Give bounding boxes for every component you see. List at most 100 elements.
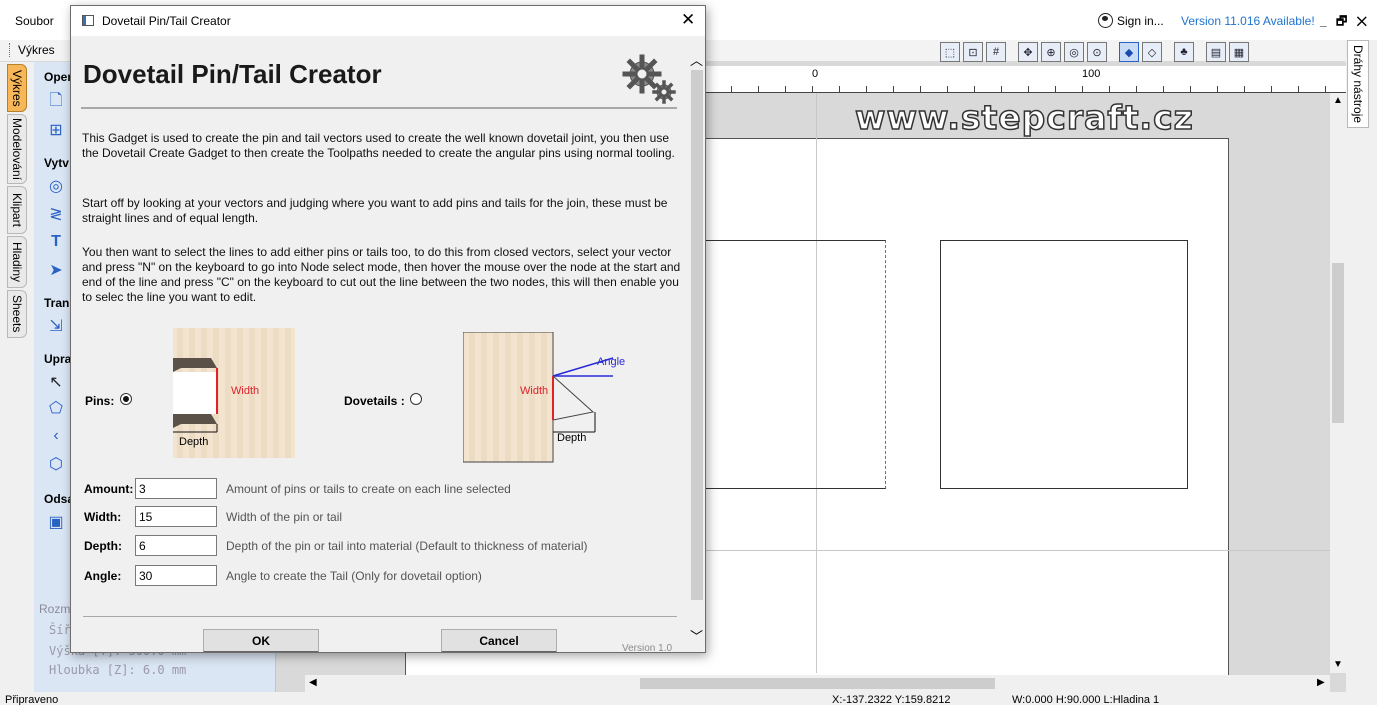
sign-in-label: Sign in...: [1117, 13, 1164, 28]
dovetail-dialog: Dovetail Pin/Tail Creator ✕ Dovetail Pin…: [70, 5, 706, 653]
pins-radio[interactable]: [120, 393, 132, 405]
pins-depth-label: Depth: [179, 436, 209, 448]
side-tab-sheets[interactable]: Sheets: [7, 290, 27, 338]
scroll-right-icon[interactable]: ▶: [1317, 677, 1325, 688]
trim-icon[interactable]: ‹: [46, 426, 66, 446]
pan-icon[interactable]: ✥: [1018, 42, 1038, 62]
snap-grid-icon[interactable]: ◇: [1142, 42, 1162, 62]
zoom-in-icon[interactable]: ⊕: [1041, 42, 1061, 62]
gadget-version: Version 1.0: [622, 643, 673, 652]
horizontal-scroll-thumb[interactable]: [640, 678, 995, 689]
layout-icon[interactable]: ▤: [1206, 42, 1226, 62]
amount-input[interactable]: [135, 478, 217, 499]
vertical-scroll-thumb[interactable]: [1332, 263, 1344, 423]
depth-hint: Depth of the pin or tail into material (…: [226, 539, 588, 553]
dialog-heading: Dovetail Pin/Tail Creator: [83, 59, 382, 89]
menu-file[interactable]: Soubor: [15, 14, 54, 28]
snap-icon[interactable]: ◆: [1119, 42, 1139, 62]
canvas-horizontal-scrollbar[interactable]: ◀ ▶: [305, 675, 1330, 692]
section-operations: Oper: [44, 70, 73, 84]
dialog-content: Dovetail Pin/Tail Creator This Gadget is…: [71, 36, 689, 652]
new-file-icon[interactable]: 🗋: [46, 92, 66, 112]
close-icon[interactable]: ✕: [681, 10, 695, 30]
side-tab-clipart[interactable]: Klipart: [7, 186, 27, 234]
status-size: W:0.000 H:90.000 L:Hladina 1: [1012, 694, 1160, 705]
horizontal-ruler: 0 100: [704, 66, 1346, 93]
dialog-scroll-thumb[interactable]: [691, 70, 703, 600]
cancel-button[interactable]: Cancel: [441, 629, 557, 652]
dovetails-depth-label: Depth: [557, 432, 587, 444]
dialog-title-bar[interactable]: Dovetail Pin/Tail Creator ✕: [71, 6, 705, 36]
scroll-left-icon[interactable]: ◀: [309, 677, 317, 688]
text-icon[interactable]: T: [46, 232, 66, 252]
vector-rectangle-selected[interactable]: [700, 240, 886, 489]
chevron-down-icon[interactable]: ﹀: [690, 626, 703, 645]
width-hint: Width of the pin or tail: [226, 510, 343, 524]
view-toolbar: ⬚ ⊡ # ✥ ⊕ ◎ ⊙ ◆ ◇ ♣ ▤ ▦: [940, 40, 1249, 64]
circle-icon[interactable]: ◎: [46, 176, 66, 196]
version-available-link[interactable]: Version 11.016 Available!: [1181, 14, 1315, 28]
zoom-box-icon[interactable]: ⬚: [940, 42, 960, 62]
ruler-label-zero: 0: [812, 68, 819, 80]
side-tab-drawing[interactable]: Výkres: [7, 64, 27, 112]
width-input[interactable]: [135, 506, 217, 527]
angle-hint: Angle to create the Tail (Only for dovet…: [226, 569, 482, 583]
grid-icon[interactable]: #: [986, 42, 1006, 62]
pins-label: Pins:: [85, 394, 115, 408]
scroll-down-icon[interactable]: ▼: [1333, 659, 1343, 670]
window-app-icon: [82, 15, 94, 26]
polyline-icon[interactable]: ≷: [46, 204, 66, 224]
node-edit-icon[interactable]: ⬠: [46, 398, 66, 418]
width-readout: Šíř: [49, 623, 71, 637]
clipart-tree-icon[interactable]: ♣: [1174, 42, 1194, 62]
left-side-tabs: Výkres Modelování Klipart Hladiny Sheets: [0, 62, 34, 692]
side-tab-layers[interactable]: Hladiny: [7, 236, 27, 288]
user-icon: [1098, 13, 1113, 28]
angle-label: Angle:: [84, 569, 122, 583]
gears-icon: [622, 54, 676, 104]
heading-divider: [81, 107, 677, 109]
watermark-text: www.stepcraft.cz: [854, 97, 1194, 138]
dovetails-angle-label: Angle: [597, 356, 626, 368]
side-tab-modeling[interactable]: Modelování: [7, 114, 27, 184]
depth-input[interactable]: [135, 535, 217, 556]
angle-input[interactable]: [135, 565, 217, 586]
ruler-label-hundred: 100: [1082, 68, 1101, 80]
zoom-selection-icon[interactable]: ⊙: [1087, 42, 1107, 62]
zoom-fit-icon[interactable]: ◎: [1064, 42, 1084, 62]
amount-hint: Amount of pins or tails to create on eac…: [226, 482, 511, 496]
toolpaths-side-tab[interactable]: Dráhy nástroje: [1347, 40, 1369, 128]
pointer-icon[interactable]: ↖: [46, 372, 66, 392]
window-controls[interactable]: _ 🗗 ✕: [1320, 12, 1370, 33]
status-coordinates: X:-137.2322 Y:159.8212: [832, 694, 951, 705]
vector-rectangle[interactable]: [940, 240, 1188, 489]
offset-icon[interactable]: ▣: [46, 512, 66, 532]
dovetails-radio[interactable]: [410, 393, 422, 405]
job-setup-icon[interactable]: ⊞: [46, 120, 66, 140]
canvas-vertical-scrollbar[interactable]: ▲ ▼: [1330, 93, 1346, 673]
pins-width-label: Width: [231, 385, 260, 397]
status-ready: Připraveno: [5, 694, 59, 705]
sign-in-button[interactable]: Sign in...: [1098, 13, 1164, 28]
dialog-window-title: Dovetail Pin/Tail Creator: [102, 14, 231, 28]
ok-button[interactable]: OK: [203, 629, 319, 652]
move-icon[interactable]: ⇲: [46, 316, 66, 336]
section-edit: Upra: [44, 352, 72, 366]
dovetails-diagram: [463, 332, 614, 463]
width-label: Width:: [84, 510, 122, 524]
section-create: Vytv: [44, 156, 69, 170]
tab-drawing[interactable]: Výkres: [9, 43, 55, 57]
import-bitmap-icon[interactable]: ➤: [46, 260, 66, 280]
dialog-scrollbar[interactable]: ︿ ﹀: [689, 42, 705, 652]
join-icon[interactable]: ⬡: [46, 454, 66, 474]
instructions-paragraph: Start off by looking at your vectors and…: [82, 196, 668, 225]
scroll-up-icon[interactable]: ▲: [1333, 95, 1343, 106]
rulers-icon[interactable]: ⊡: [963, 42, 983, 62]
depth-label: Depth:: [84, 539, 122, 553]
chevron-up-icon[interactable]: ︿: [690, 50, 703, 69]
dovetails-label: Dovetails :: [344, 394, 405, 408]
status-bar: Připraveno X:-137.2322 Y:159.8212 W:0.00…: [0, 692, 1377, 705]
panels-icon[interactable]: ▦: [1229, 42, 1249, 62]
intro-paragraph: This Gadget is used to create the pin an…: [82, 131, 675, 160]
dimensions-heading: Rozm: [39, 602, 71, 616]
